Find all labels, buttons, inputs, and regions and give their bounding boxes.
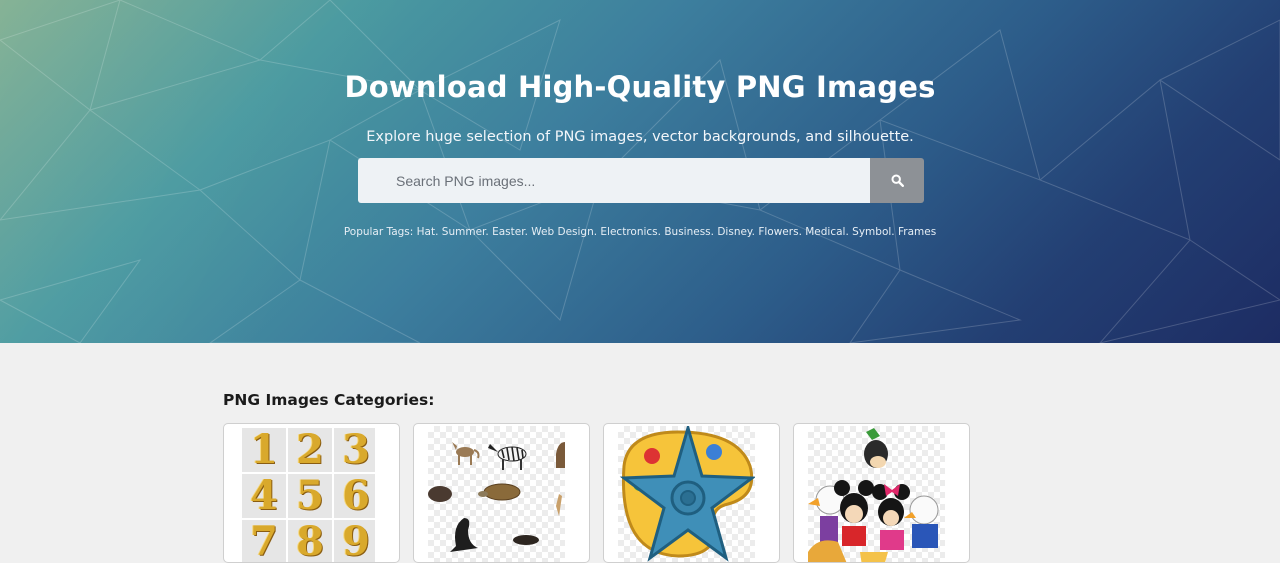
- search-icon: [890, 174, 904, 187]
- categories-heading: PNG Images Categories:: [223, 391, 435, 409]
- popular-tags-label: Popular Tags:: [343, 226, 414, 238]
- search-bar: [358, 158, 924, 203]
- minnie-mouse-icon: [872, 484, 910, 550]
- popular-tags: Popular Tags: Hat. Summer. Easter. Web D…: [343, 226, 937, 238]
- category-card-numbers[interactable]: 1 2 3 4 5 6 7 8 9: [223, 423, 400, 563]
- category-card-symbols[interactable]: [603, 423, 780, 563]
- digit-tile: 2: [288, 428, 332, 472]
- bear-icon: [556, 442, 565, 468]
- search-input[interactable]: [358, 158, 870, 203]
- animals-thumbnail: [428, 426, 565, 562]
- tag-link[interactable]: Easter: [492, 226, 524, 238]
- tag-link[interactable]: Flowers: [758, 226, 798, 238]
- digit-tile: 8: [288, 520, 332, 562]
- digit-tile: 1: [242, 428, 286, 472]
- goofy-icon: [864, 428, 888, 468]
- tag-link[interactable]: Business: [664, 226, 710, 238]
- tag-link[interactable]: Web Design: [531, 226, 593, 238]
- category-card-cartoons[interactable]: [793, 423, 970, 563]
- otter-icon: [513, 535, 539, 545]
- tag-link[interactable]: Disney: [717, 226, 751, 238]
- search-button[interactable]: [870, 158, 924, 203]
- donald-duck-icon: [904, 495, 939, 548]
- tag-link[interactable]: Symbol: [852, 226, 891, 238]
- digit-tile: 4: [242, 474, 286, 518]
- tag-link[interactable]: Medical: [805, 226, 845, 238]
- hero-banner: Download High-Quality PNG Images Explore…: [0, 0, 1280, 343]
- tag-link[interactable]: Frames: [898, 226, 936, 238]
- tag-link[interactable]: Summer: [442, 226, 486, 238]
- hero-subtitle: Explore huge selection of PNG images, ve…: [366, 129, 914, 145]
- cartoons-thumbnail: [808, 426, 945, 562]
- tortoise-icon: [478, 483, 521, 501]
- hedgehog-icon: [428, 486, 452, 502]
- seal-icon: [450, 518, 478, 552]
- digit-tile: 3: [334, 428, 375, 472]
- zebra-icon: [488, 444, 527, 470]
- tag-link[interactable]: Electronics: [600, 226, 657, 238]
- numbers-thumbnail: 1 2 3 4 5 6 7 8 9: [238, 426, 375, 562]
- giraffe-icon: [556, 494, 562, 516]
- category-card-animals[interactable]: [413, 423, 590, 563]
- digit-tile: 7: [242, 520, 286, 562]
- hero-title: Download High-Quality PNG Images: [344, 70, 936, 104]
- digit-tile: 9: [334, 520, 375, 562]
- digit-tile: 5: [288, 474, 332, 518]
- symbols-thumbnail: [618, 426, 755, 562]
- jackal-icon: [452, 442, 480, 465]
- digit-tile: 6: [334, 474, 375, 518]
- tag-link[interactable]: Hat: [417, 226, 435, 238]
- mickey-mouse-icon: [834, 480, 874, 546]
